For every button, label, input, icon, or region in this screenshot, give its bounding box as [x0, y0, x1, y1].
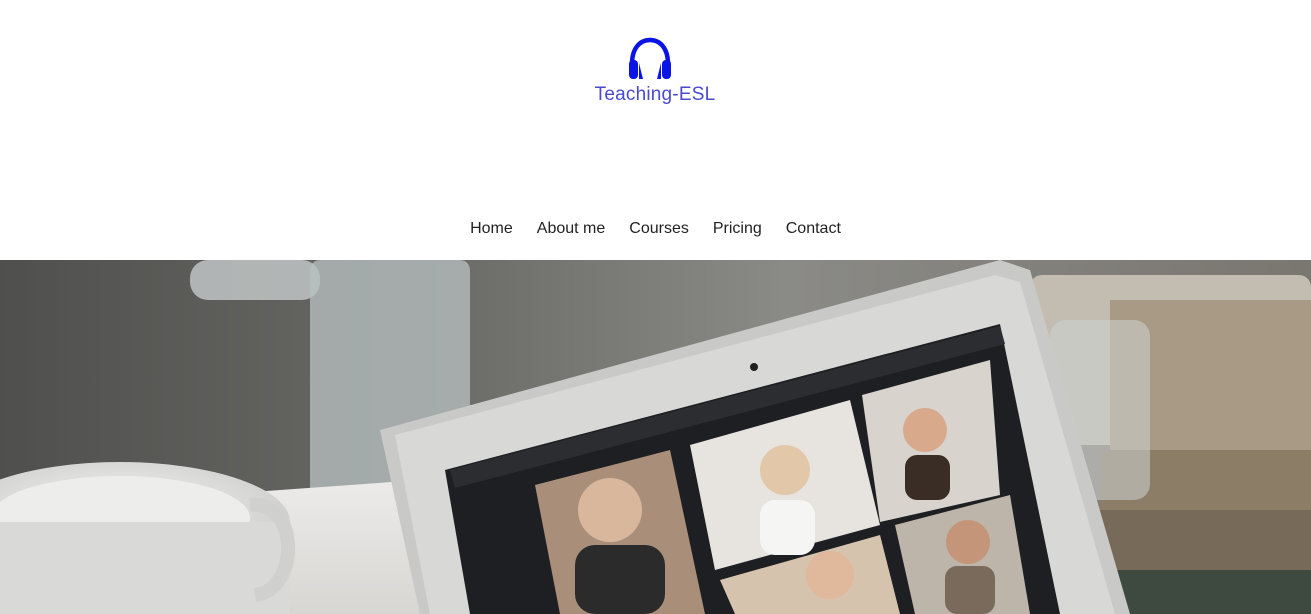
site-logo-link[interactable]: Teaching-ESL — [580, 32, 730, 112]
hero-image — [0, 260, 1311, 614]
laptop-video-call-photo — [0, 260, 1311, 614]
nav-item-pricing[interactable]: Pricing — [701, 216, 774, 242]
nav-item-about-me[interactable]: About me — [525, 216, 617, 242]
site-title: Teaching-ESL — [594, 84, 716, 105]
nav-item-courses[interactable]: Courses — [617, 216, 701, 242]
headphones-icon — [629, 37, 671, 79]
nav-item-home[interactable]: Home — [458, 216, 525, 242]
main-nav: Home About me Courses Pricing Contact — [0, 216, 1311, 242]
nav-item-contact[interactable]: Contact — [774, 216, 853, 242]
site-header: Teaching-ESL Home About me Courses Prici… — [0, 0, 1311, 260]
